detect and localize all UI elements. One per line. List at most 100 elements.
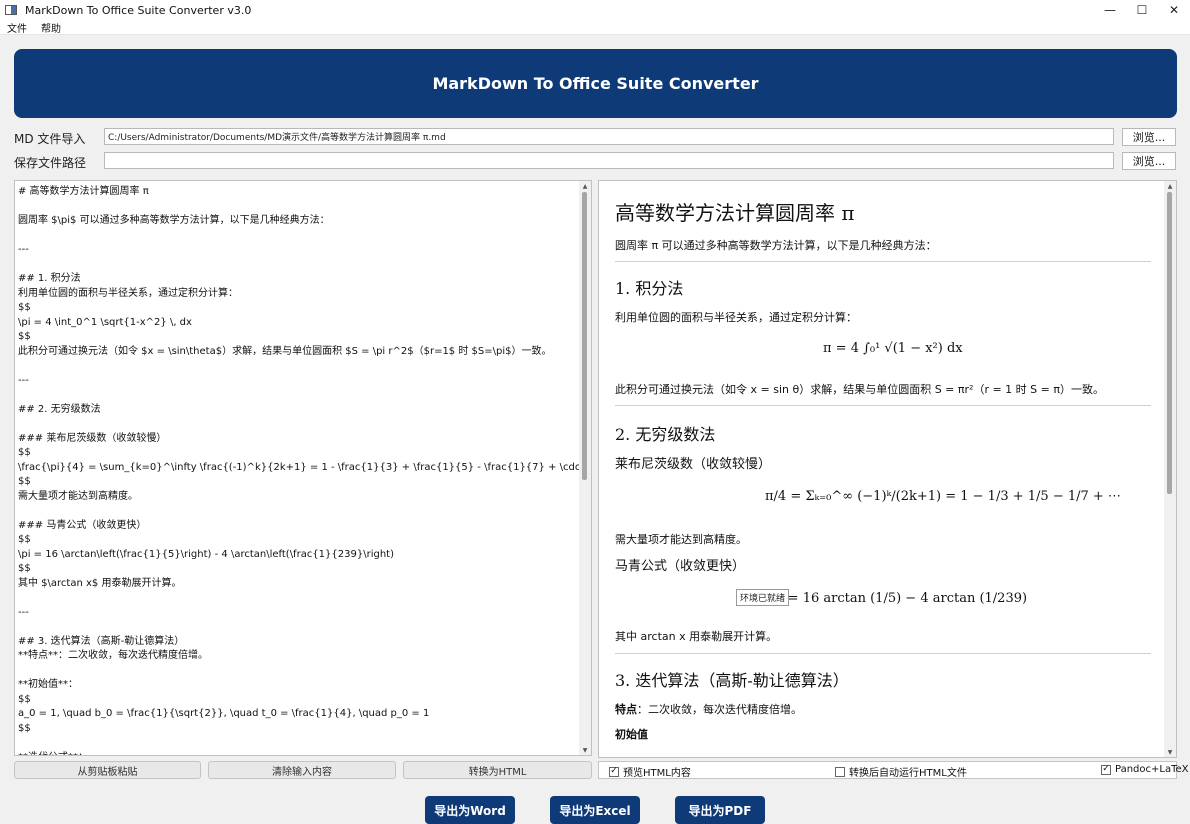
editor-line: 需大量项才能达到高精度。 bbox=[18, 490, 138, 502]
markdown-editor-text[interactable]: # 高等数学方法计算圆周率 π 圆周率 $\pi$ 可以通过多种高等数学方法计算… bbox=[15, 181, 579, 755]
pandoc-latex-label: Pandoc+LaTeX bbox=[1115, 764, 1189, 775]
scroll-down-arrow-icon[interactable]: ▼ bbox=[1164, 747, 1176, 757]
preview-scroll-thumb[interactable] bbox=[1167, 192, 1172, 494]
minimize-button[interactable]: — bbox=[1094, 0, 1126, 20]
editor-line: ### 马青公式（收敛更快） bbox=[18, 519, 147, 531]
scroll-up-arrow-icon[interactable]: ▲ bbox=[1164, 181, 1176, 191]
save-path-label: 保存文件路径 bbox=[14, 156, 87, 170]
convert-to-html-button[interactable]: 转换为HTML bbox=[403, 761, 592, 779]
editor-line: ## 2. 无穷级数法 bbox=[18, 403, 101, 415]
maximize-button[interactable]: ☐ bbox=[1126, 0, 1158, 20]
save-path-browse-button[interactable]: 浏览... bbox=[1122, 152, 1176, 170]
editor-line: $$ bbox=[18, 331, 31, 342]
preview-leibniz-title: 莱布尼茨级数（收敛较慢） bbox=[615, 457, 772, 472]
markdown-editor[interactable]: # 高等数学方法计算圆周率 π 圆周率 $\pi$ 可以通过多种高等数学方法计算… bbox=[14, 180, 592, 756]
editor-line: $$ bbox=[18, 302, 31, 313]
close-button[interactable]: ✕ bbox=[1158, 0, 1190, 20]
preview-initial-values-label: 初始值 bbox=[615, 728, 648, 741]
editor-line: **特点**：二次收敛，每次迭代精度倍增。 bbox=[18, 650, 208, 661]
editor-line: $$ bbox=[18, 693, 31, 705]
editor-line: \pi = 16 \arctan\left(\frac{1}{5}\right)… bbox=[18, 548, 394, 560]
editor-line: ## 3. 迭代算法（高斯-勒让德算法） bbox=[18, 635, 185, 647]
menu-file[interactable]: 文件 bbox=[7, 20, 27, 35]
editor-line: $$ bbox=[18, 447, 31, 458]
html-preview-content: 高等数学方法计算圆周率 π 圆周率 π 可以通过多种高等数学方法计算，以下是几种… bbox=[599, 181, 1165, 757]
editor-line: \pi = 4 \int_0^1 \sqrt{1-x^2} \, dx bbox=[18, 316, 192, 328]
preview-h1: 高等数学方法计算圆周率 π bbox=[615, 201, 855, 225]
app-banner: MarkDown To Office Suite Converter bbox=[14, 49, 1177, 118]
preview-section-1-note: 此积分可通过换元法（如令 x = sin θ）求解，结果与单位圆面积 S = π… bbox=[615, 383, 1104, 396]
scroll-down-arrow-icon[interactable]: ▼ bbox=[579, 745, 591, 755]
status-tooltip: 环境已就绪 bbox=[736, 589, 790, 606]
pandoc-latex-option[interactable]: ✓ Pandoc+LaTeX bbox=[1101, 764, 1189, 775]
editor-line: **初始值**： bbox=[18, 679, 78, 690]
preview-section-2-title: 2. 无穷级数法 bbox=[615, 425, 716, 444]
pandoc-latex-checkbox[interactable]: ✓ bbox=[1101, 764, 1111, 775]
preview-html-option[interactable]: ✓ 预览HTML内容 bbox=[609, 764, 691, 779]
editor-line: 其中 $\arctan x$ 用泰勒展开计算。 bbox=[18, 577, 182, 589]
editor-scrollbar[interactable]: ▲ ▼ bbox=[579, 181, 591, 755]
preview-machin-note: 其中 arctan x 用泰勒展开计算。 bbox=[615, 630, 778, 643]
editor-line: $$ bbox=[18, 563, 31, 574]
editor-line: $$ bbox=[18, 722, 31, 734]
preview-divider bbox=[615, 653, 1151, 654]
export-pdf-button[interactable]: 导出为PDF bbox=[675, 796, 765, 824]
preview-section-1-title: 1. 积分法 bbox=[615, 279, 684, 298]
editor-line: --- bbox=[18, 244, 29, 255]
menu-bar: 文件 帮助 bbox=[0, 20, 1190, 35]
menu-help[interactable]: 帮助 bbox=[41, 20, 61, 35]
md-import-label: MD 文件导入 bbox=[14, 132, 86, 146]
md-import-input[interactable] bbox=[104, 128, 1114, 145]
preview-leibniz-note: 需大量项才能达到高精度。 bbox=[615, 533, 747, 546]
editor-line: ### 莱布尼茨级数（收敛较慢） bbox=[18, 432, 167, 444]
preview-divider bbox=[615, 261, 1151, 262]
title-bar: MarkDown To Office Suite Converter v3.0 … bbox=[0, 0, 1190, 20]
preview-formula-machin: π = 16 arctan (1/5) − 4 arctan (1/239) bbox=[775, 591, 1028, 606]
preview-formula-integral: π = 4 ∫₀¹ √(1 − x²) dx bbox=[823, 341, 963, 356]
clear-input-button[interactable]: 清除输入内容 bbox=[208, 761, 396, 779]
preview-formula-leibniz: π/4 = Σₖ₌₀^∞ (−1)ᵏ/(2k+1) = 1 − 1/3 + 1/… bbox=[765, 489, 1121, 504]
editor-line: 利用单位圆的面积与半径关系，通过定积分计算： bbox=[18, 287, 238, 299]
preview-section-3-feature: 特点：二次收敛，每次迭代精度倍增。 bbox=[615, 701, 802, 717]
editor-line: --- bbox=[18, 606, 29, 618]
editor-scroll-thumb[interactable] bbox=[582, 192, 587, 480]
editor-line: \frac{\pi}{4} = \sum_{k=0}^\infty \frac{… bbox=[18, 461, 579, 473]
paste-from-clipboard-button[interactable]: 从剪贴板粘贴 bbox=[14, 761, 201, 779]
autorun-html-option[interactable]: 转换后自动运行HTML文件 bbox=[835, 764, 967, 779]
export-excel-button[interactable]: 导出为Excel bbox=[550, 796, 640, 824]
preview-machin-title: 马青公式（收敛更快） bbox=[615, 559, 746, 574]
preview-section-1-text: 利用单位圆的面积与半径关系，通过定积分计算： bbox=[615, 311, 857, 324]
editor-line: **迭代公式**： bbox=[18, 751, 579, 756]
window-controls: — ☐ ✕ bbox=[1094, 0, 1190, 20]
editor-line: $$ bbox=[18, 476, 31, 487]
md-import-browse-button[interactable]: 浏览... bbox=[1122, 128, 1176, 146]
html-preview: 高等数学方法计算圆周率 π 圆周率 π 可以通过多种高等数学方法计算，以下是几种… bbox=[598, 180, 1177, 758]
preview-feature-label: 特点 bbox=[615, 703, 637, 716]
autorun-html-checkbox[interactable] bbox=[835, 766, 845, 777]
preview-html-checkbox[interactable]: ✓ bbox=[609, 766, 619, 777]
editor-line: $$ bbox=[18, 534, 31, 545]
export-word-button[interactable]: 导出为Word bbox=[425, 796, 515, 824]
preview-divider bbox=[615, 405, 1151, 406]
editor-line: 圆周率 $\pi$ 可以通过多种高等数学方法计算，以下是几种经典方法： bbox=[18, 215, 330, 226]
banner-title: MarkDown To Office Suite Converter bbox=[432, 74, 759, 93]
preview-intro: 圆周率 π 可以通过多种高等数学方法计算，以下是几种经典方法： bbox=[615, 239, 937, 252]
options-bar: ✓ 预览HTML内容 转换后自动运行HTML文件 ✓ Pandoc+LaTeX bbox=[598, 761, 1189, 779]
save-path-input[interactable] bbox=[104, 152, 1114, 169]
scroll-up-arrow-icon[interactable]: ▲ bbox=[579, 181, 591, 191]
editor-line: a_0 = 1, \quad b_0 = \frac{1}{\sqrt{2}},… bbox=[18, 708, 430, 719]
app-icon bbox=[5, 5, 17, 15]
preview-section-3-title: 3. 迭代算法（高斯-勒让德算法） bbox=[615, 671, 849, 690]
preview-feature-text: ：二次收敛，每次迭代精度倍增。 bbox=[637, 703, 802, 716]
autorun-html-label: 转换后自动运行HTML文件 bbox=[849, 768, 967, 779]
preview-scrollbar[interactable]: ▲ ▼ bbox=[1164, 181, 1176, 757]
